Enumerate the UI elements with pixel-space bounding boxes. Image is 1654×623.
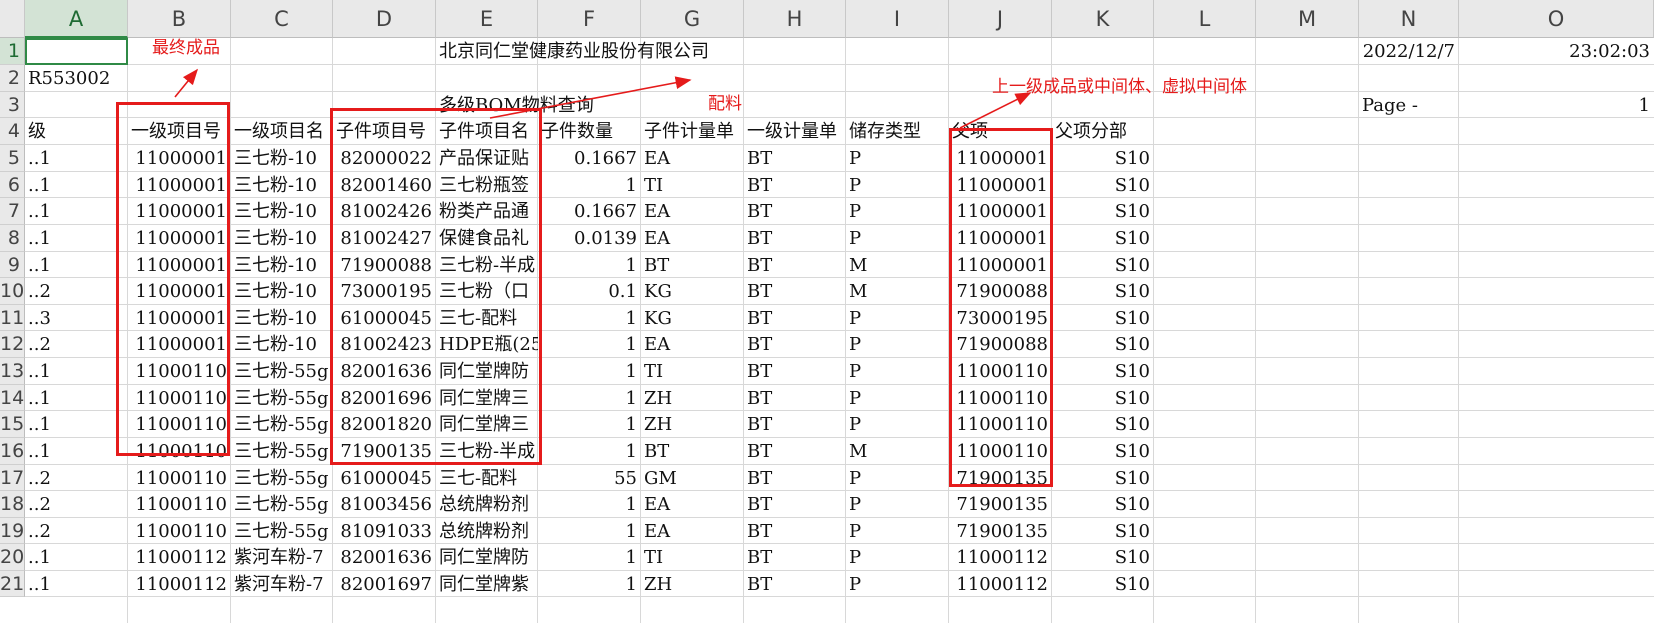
arrow-parent (959, 92, 1032, 129)
annotation-arrows (174, 68, 1032, 129)
spreadsheet: ABCDEFGHIJKLMNO 1 2 3 4 5 6 7 8 9 10 11 12 13 14 15 16 1… (0, 0, 1654, 623)
arrow-final-product (174, 68, 199, 98)
arrow-ingredients (489, 76, 692, 119)
